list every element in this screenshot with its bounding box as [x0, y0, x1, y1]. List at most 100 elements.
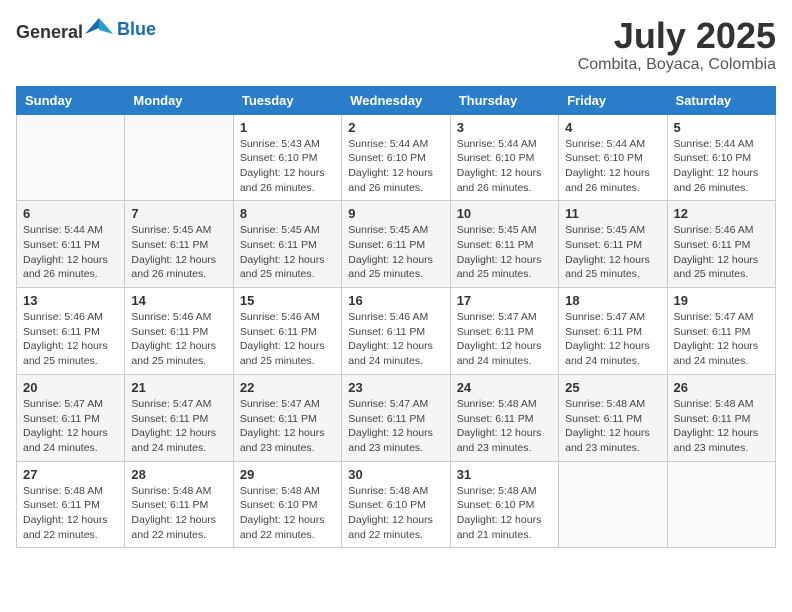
day-detail: Sunrise: 5:46 AMSunset: 6:11 PMDaylight:… — [348, 310, 443, 369]
calendar-cell: 18 Sunrise: 5:47 AMSunset: 6:11 PMDayligh… — [559, 288, 667, 375]
day-detail: Sunrise: 5:48 AMSunset: 6:11 PMDaylight:… — [23, 484, 118, 543]
calendar-cell: 5 Sunrise: 5:44 AMSunset: 6:10 PMDaylight… — [667, 114, 775, 201]
day-number: 10 — [457, 206, 552, 221]
day-number: 5 — [674, 120, 769, 135]
day-number: 27 — [23, 467, 118, 482]
calendar-cell: 1Sunrise: 5:43 AMSunset: 6:10 PMDaylight… — [233, 114, 341, 201]
calendar-cell: 29Sunrise: 5:48 AMSunset: 6:10 PMDayligh… — [233, 461, 341, 548]
day-detail: Sunrise: 5:45 AMSunset: 6:11 PMDaylight:… — [131, 223, 226, 282]
day-detail: Sunrise: 5:44 AMSunset: 6:10 PMDaylight:… — [457, 137, 552, 196]
calendar-cell: 26 Sunrise: 5:48 AMSunset: 6:11 PMDayligh… — [667, 374, 775, 461]
calendar-cell: 20Sunrise: 5:47 AMSunset: 6:11 PMDayligh… — [17, 374, 125, 461]
day-number: 16 — [348, 293, 443, 308]
calendar-cell: 12 Sunrise: 5:46 AMSunset: 6:11 PMDayligh… — [667, 201, 775, 288]
calendar-cell — [667, 461, 775, 548]
day-detail: Sunrise: 5:48 AMSunset: 6:11 PMDaylight:… — [565, 397, 660, 456]
weekday-header-monday: Monday — [125, 86, 233, 114]
calendar-cell — [125, 114, 233, 201]
calendar-cell: 10 Sunrise: 5:45 AMSunset: 6:11 PMDayligh… — [450, 201, 558, 288]
day-number: 15 — [240, 293, 335, 308]
logo-bird-icon — [85, 16, 113, 38]
day-detail: Sunrise: 5:47 AMSunset: 6:11 PMDaylight:… — [565, 310, 660, 369]
calendar-cell: 9Sunrise: 5:45 AMSunset: 6:11 PMDaylight… — [342, 201, 450, 288]
week-row-3: 13 Sunrise: 5:46 AMSunset: 6:11 PMDayligh… — [17, 288, 776, 375]
weekday-header-tuesday: Tuesday — [233, 86, 341, 114]
month-title: July 2025 — [578, 16, 776, 56]
day-number: 22 — [240, 380, 335, 395]
day-detail: Sunrise: 5:48 AMSunset: 6:10 PMDaylight:… — [457, 484, 552, 543]
day-number: 28 — [131, 467, 226, 482]
calendar-cell: 19Sunrise: 5:47 AMSunset: 6:11 PMDayligh… — [667, 288, 775, 375]
calendar-cell: 22Sunrise: 5:47 AMSunset: 6:11 PMDayligh… — [233, 374, 341, 461]
calendar-table: SundayMondayTuesdayWednesdayThursdayFrid… — [16, 86, 776, 549]
calendar-cell: 15 Sunrise: 5:46 AMSunset: 6:11 PMDayligh… — [233, 288, 341, 375]
page-header: General Blue July 2025 Combita, Boyaca, … — [16, 16, 776, 74]
day-detail: Sunrise: 5:47 AMSunset: 6:11 PMDaylight:… — [131, 397, 226, 456]
calendar-cell: 6 Sunrise: 5:44 AMSunset: 6:11 PMDaylight… — [17, 201, 125, 288]
weekday-header-row: SundayMondayTuesdayWednesdayThursdayFrid… — [17, 86, 776, 114]
calendar-cell: 14 Sunrise: 5:46 AMSunset: 6:11 PMDayligh… — [125, 288, 233, 375]
day-detail: Sunrise: 5:46 AMSunset: 6:11 PMDaylight:… — [674, 223, 769, 282]
calendar-cell: 25 Sunrise: 5:48 AMSunset: 6:11 PMDayligh… — [559, 374, 667, 461]
day-number: 26 — [674, 380, 769, 395]
day-number: 20 — [23, 380, 118, 395]
calendar-cell: 13Sunrise: 5:46 AMSunset: 6:11 PMDayligh… — [17, 288, 125, 375]
day-detail: Sunrise: 5:44 AMSunset: 6:10 PMDaylight:… — [348, 137, 443, 196]
weekday-header-wednesday: Wednesday — [342, 86, 450, 114]
day-number: 4 — [565, 120, 660, 135]
week-row-5: 27 Sunrise: 5:48 AMSunset: 6:11 PMDayligh… — [17, 461, 776, 548]
day-number: 24 — [457, 380, 552, 395]
weekday-header-sunday: Sunday — [17, 86, 125, 114]
week-row-2: 6 Sunrise: 5:44 AMSunset: 6:11 PMDaylight… — [17, 201, 776, 288]
day-detail: Sunrise: 5:48 AMSunset: 6:11 PMDaylight:… — [131, 484, 226, 543]
day-number: 7 — [131, 206, 226, 221]
day-number: 30 — [348, 467, 443, 482]
calendar-cell: 7 Sunrise: 5:45 AMSunset: 6:11 PMDaylight… — [125, 201, 233, 288]
day-number: 2 — [348, 120, 443, 135]
week-row-1: 1Sunrise: 5:43 AMSunset: 6:10 PMDaylight… — [17, 114, 776, 201]
logo: General Blue — [16, 16, 156, 43]
calendar-cell: 21 Sunrise: 5:47 AMSunset: 6:11 PMDayligh… — [125, 374, 233, 461]
calendar-cell: 23 Sunrise: 5:47 AMSunset: 6:11 PMDayligh… — [342, 374, 450, 461]
day-detail: Sunrise: 5:45 AMSunset: 6:11 PMDaylight:… — [457, 223, 552, 282]
day-detail: Sunrise: 5:43 AMSunset: 6:10 PMDaylight:… — [240, 137, 335, 196]
day-detail: Sunrise: 5:46 AMSunset: 6:11 PMDaylight:… — [240, 310, 335, 369]
day-number: 21 — [131, 380, 226, 395]
day-number: 18 — [565, 293, 660, 308]
logo-blue: Blue — [117, 19, 156, 40]
day-number: 14 — [131, 293, 226, 308]
calendar-cell: 3 Sunrise: 5:44 AMSunset: 6:10 PMDaylight… — [450, 114, 558, 201]
week-row-4: 20 Sunrise: 5:47 AMSunset: 6:11 PMDayligh… — [17, 374, 776, 461]
day-detail: Sunrise: 5:44 AMSunset: 6:10 PMDaylight:… — [565, 137, 660, 196]
day-number: 19 — [674, 293, 769, 308]
day-detail: Sunrise: 5:47 AMSunset: 6:11 PMDaylight:… — [457, 310, 552, 369]
day-detail: Sunrise: 5:45 AMSunset: 6:11 PMDaylight:… — [565, 223, 660, 282]
day-detail: Sunrise: 5:44 AMSunset: 6:10 PMDaylight:… — [674, 137, 769, 196]
day-number: 29 — [240, 467, 335, 482]
day-detail: Sunrise: 5:45 AMSunset: 6:11 PMDaylight:… — [240, 223, 335, 282]
day-number: 13 — [23, 293, 118, 308]
day-detail: Sunrise: 5:47 AMSunset: 6:11 PMDaylight:… — [348, 397, 443, 456]
day-detail: Sunrise: 5:48 AMSunset: 6:11 PMDaylight:… — [674, 397, 769, 456]
day-number: 3 — [457, 120, 552, 135]
location-title: Combita, Boyaca, Colombia — [578, 56, 776, 74]
day-number: 25 — [565, 380, 660, 395]
calendar-cell: 11Sunrise: 5:45 AMSunset: 6:11 PMDayligh… — [559, 201, 667, 288]
day-number: 23 — [348, 380, 443, 395]
calendar-cell: 4 Sunrise: 5:44 AMSunset: 6:10 PMDaylight… — [559, 114, 667, 201]
calendar-cell: 24 Sunrise: 5:48 AMSunset: 6:11 PMDayligh… — [450, 374, 558, 461]
calendar-cell: 16 Sunrise: 5:46 AMSunset: 6:11 PMDayligh… — [342, 288, 450, 375]
day-number: 12 — [674, 206, 769, 221]
logo-blue-text: Blue — [117, 19, 156, 39]
day-detail: Sunrise: 5:48 AMSunset: 6:10 PMDaylight:… — [348, 484, 443, 543]
logo-general: General — [16, 22, 83, 42]
day-detail: Sunrise: 5:44 AMSunset: 6:11 PMDaylight:… — [23, 223, 118, 282]
logo-text: General — [16, 16, 113, 43]
day-detail: Sunrise: 5:48 AMSunset: 6:11 PMDaylight:… — [457, 397, 552, 456]
weekday-header-friday: Friday — [559, 86, 667, 114]
calendar-cell — [559, 461, 667, 548]
title-area: July 2025 Combita, Boyaca, Colombia — [578, 16, 776, 74]
calendar-cell: 8Sunrise: 5:45 AMSunset: 6:11 PMDaylight… — [233, 201, 341, 288]
day-detail: Sunrise: 5:46 AMSunset: 6:11 PMDaylight:… — [131, 310, 226, 369]
day-number: 6 — [23, 206, 118, 221]
